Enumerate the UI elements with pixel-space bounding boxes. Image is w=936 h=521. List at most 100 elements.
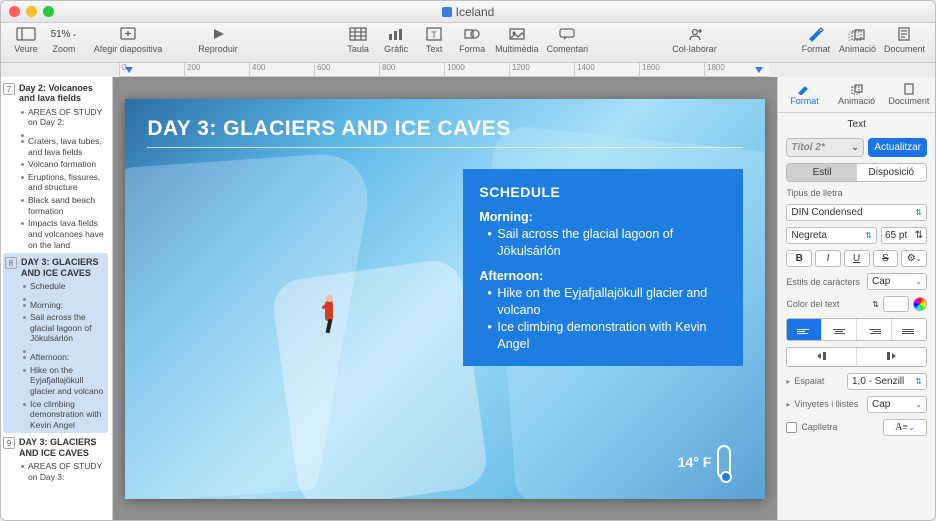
chevron-down-icon: ⌄ <box>851 142 859 153</box>
document-inspector-button[interactable]: Document <box>880 25 929 54</box>
outline-slide-title: DAY 3: GLACIERS AND ICE CAVES <box>19 437 108 458</box>
disclosure-icon[interactable]: ▸ <box>786 400 790 409</box>
minimize-window-button[interactable] <box>26 6 37 17</box>
horizontal-align <box>786 318 927 341</box>
slide-canvas[interactable]: DAY 3: GLACIERS AND ICE CAVES SCHEDULE M… <box>113 77 777 520</box>
dropcap-checkbox[interactable] <box>786 422 797 433</box>
gear-icon: ⚙︎ <box>907 253 916 264</box>
text-options-button[interactable]: ⚙︎⌄ <box>901 250 927 267</box>
chevron-updown-icon: ⇅ <box>865 231 872 240</box>
chevron-down-icon: ⌄ <box>915 400 922 409</box>
outline-bullet[interactable]: AREAS OF STUDY on Day 3: <box>21 460 108 483</box>
char-styles-select[interactable]: Cap⌄ <box>867 273 927 290</box>
outline-slide[interactable]: 8DAY 3: GLACIERS AND ICE CAVESScheduleMo… <box>3 253 108 433</box>
slide-title[interactable]: DAY 3: GLACIERS AND ICE CAVES <box>147 117 743 141</box>
document-icon <box>442 7 452 17</box>
outdent-button[interactable] <box>787 348 857 366</box>
outline-bullet[interactable]: Sail across the glacial lagoon of Jökuls… <box>23 311 106 345</box>
outline-bullet[interactable]: Afternoon: <box>23 351 106 364</box>
chevron-updown-icon: ⇅ <box>915 208 922 217</box>
zoom-window-button[interactable] <box>43 6 54 17</box>
outline-bullet[interactable]: Volcano formation <box>21 158 108 171</box>
bullets-select[interactable]: Cap⌄ <box>867 396 927 413</box>
morning-list: Sail across the glacial lagoon of Jökuls… <box>489 226 727 260</box>
outline-sidebar[interactable]: 7Day 2: Volcanoes and lava fieldsAREAS O… <box>1 77 113 520</box>
outline-bullet[interactable]: Morning: <box>23 299 106 312</box>
table-button[interactable]: Taula <box>339 25 377 54</box>
outline-bullet[interactable]: Black sand beach formation <box>21 194 108 217</box>
strike-button[interactable]: S <box>873 250 899 267</box>
temperature-readout: 14° F <box>678 445 732 479</box>
italic-button[interactable]: I <box>815 250 841 267</box>
inspector-panel: Format Animació Document Text Títol 2* ⌄ <box>777 77 935 520</box>
font-weight-select[interactable]: Negreta⇅ <box>786 227 877 244</box>
afternoon-list: Hike on the Eyjafjallajökull glacier and… <box>489 285 727 353</box>
comment-button[interactable]: Comentari <box>543 25 593 54</box>
outline-bullet[interactable]: Schedule <box>23 280 106 293</box>
outline-bullet[interactable]: Impacts lava fields and volcanoes have o… <box>21 217 108 251</box>
outline-bullet[interactable]: Ice climbing demonstration with Kevin An… <box>23 398 106 432</box>
font-family-select[interactable]: DIN Condensed⇅ <box>786 204 927 221</box>
shape-button[interactable]: Forma <box>453 25 491 54</box>
align-right-button[interactable] <box>857 319 892 340</box>
align-justify-button[interactable] <box>892 319 926 340</box>
chevron-down-icon: ⌄ <box>908 423 915 432</box>
outline-bullet[interactable]: Hike on the Eyjafjallajökull glacier and… <box>23 364 106 398</box>
text-button[interactable]: T Text <box>415 25 453 54</box>
outline-bullet[interactable]: AREAS OF STUDY on Day 2: <box>21 106 108 129</box>
chevron-updown-icon: ⇅ <box>915 377 922 386</box>
subtab-layout[interactable]: Disposició <box>857 164 926 181</box>
slide[interactable]: DAY 3: GLACIERS AND ICE CAVES SCHEDULE M… <box>125 99 765 499</box>
text-subtabs: Estil Disposició <box>786 163 927 182</box>
tab-format[interactable]: Format <box>778 77 830 112</box>
media-button[interactable]: Multimèdia <box>491 25 543 54</box>
outline-slide[interactable]: 9 DAY 3: GLACIERS AND ICE CAVESAREAS OF S… <box>3 435 108 483</box>
underline-button[interactable]: U <box>844 250 870 267</box>
outline-slide[interactable]: 7Day 2: Volcanoes and lava fieldsAREAS O… <box>3 81 108 251</box>
schedule-heading: SCHEDULE <box>479 183 727 202</box>
align-center-button[interactable] <box>822 319 857 340</box>
view-button[interactable]: Veure <box>7 25 45 54</box>
schedule-box[interactable]: SCHEDULE Morning: Sail across the glacia… <box>463 169 743 367</box>
bullets-label: Vinyetes i llistes <box>794 399 863 409</box>
schedule-item: Ice climbing demonstration with Kevin An… <box>489 319 727 353</box>
font-size-stepper[interactable]: 65 pt⇅ <box>881 227 927 244</box>
chevron-down-icon: ⌄ <box>915 277 922 286</box>
chart-button[interactable]: Gràfic <box>377 25 415 54</box>
indent-controls <box>786 347 927 367</box>
tab-document[interactable]: Document <box>883 77 935 112</box>
titlebar: Iceland <box>1 1 935 23</box>
bold-button[interactable]: B <box>786 250 812 267</box>
outline-bullet[interactable]: Craters, lava tubes, and lava fields <box>21 135 108 158</box>
spacing-select[interactable]: 1,0 - Senzill⇅ <box>847 373 927 390</box>
ruler-indent-right[interactable] <box>755 67 763 73</box>
play-button[interactable]: Reproduir <box>173 25 263 54</box>
text-color-swatch[interactable] <box>883 296 909 312</box>
close-window-button[interactable] <box>9 6 20 17</box>
font-section-label: Tipus de lletra <box>786 188 927 198</box>
zoom-button[interactable]: 51%⌄ Zoom <box>45 25 83 54</box>
outline-bullet[interactable]: Eruptions, fissures, and structure <box>21 171 108 194</box>
climber-figure <box>315 289 345 339</box>
afternoon-label: Afternoon: <box>479 268 727 285</box>
animate-inspector-button[interactable]: Animació <box>835 25 880 54</box>
add-slide-button[interactable]: Afegir diapositiva <box>83 25 173 54</box>
color-picker-button[interactable] <box>913 297 927 311</box>
tab-animate[interactable]: Animació <box>831 77 883 112</box>
indent-button[interactable] <box>857 348 926 366</box>
subtab-style[interactable]: Estil <box>787 164 856 181</box>
outline-slide-number: 9 <box>3 437 15 449</box>
toolbar: Veure 51%⌄ Zoom Afegir diapositiva Repro… <box>1 23 935 63</box>
align-left-button[interactable] <box>787 319 822 340</box>
thermometer-icon <box>717 445 731 479</box>
outline-slide-number: 8 <box>5 257 17 269</box>
dropcap-style-select[interactable]: A≡⌄ <box>883 419 927 436</box>
ruler: 020040060080010001200140016001800 <box>119 63 769 77</box>
collaborate-button[interactable]: Col·laborar <box>668 25 721 54</box>
disclosure-icon[interactable]: ▸ <box>786 377 790 386</box>
format-inspector-button[interactable]: Format <box>797 25 835 54</box>
update-style-button[interactable]: Actualitzar <box>868 138 927 157</box>
stepper-arrows-icon: ⇅ <box>915 230 923 241</box>
ruler-indent-left[interactable] <box>125 67 133 73</box>
paragraph-style-select[interactable]: Títol 2* ⌄ <box>786 138 864 157</box>
